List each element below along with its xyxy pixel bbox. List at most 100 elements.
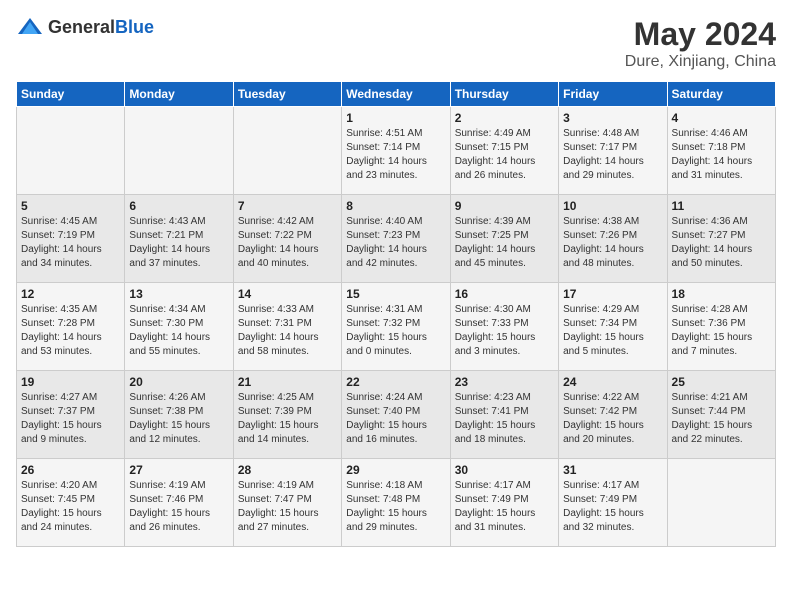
day-number: 2 xyxy=(455,111,554,125)
cell-content: Sunrise: 4:43 AM Sunset: 7:21 PM Dayligh… xyxy=(129,215,228,271)
calendar-cell: 6 Sunrise: 4:43 AM Sunset: 7:21 PM Dayli… xyxy=(125,195,233,283)
cell-content: Sunrise: 4:36 AM Sunset: 7:27 PM Dayligh… xyxy=(672,215,771,271)
sunrise-text: Sunrise: 4:24 AM xyxy=(346,392,422,403)
logo-blue: Blue xyxy=(115,17,154,37)
day-number: 12 xyxy=(21,287,120,301)
calendar-cell: 27 Sunrise: 4:19 AM Sunset: 7:46 PM Dayl… xyxy=(125,459,233,547)
sunset-text: Sunset: 7:21 PM xyxy=(129,230,203,241)
day-number: 15 xyxy=(346,287,445,301)
daylight-text: Daylight: 15 hours and 12 minutes. xyxy=(129,420,210,445)
daylight-text: Daylight: 14 hours and 37 minutes. xyxy=(129,244,210,269)
calendar-cell: 3 Sunrise: 4:48 AM Sunset: 7:17 PM Dayli… xyxy=(559,107,667,195)
day-number: 7 xyxy=(238,199,337,213)
cell-content: Sunrise: 4:48 AM Sunset: 7:17 PM Dayligh… xyxy=(563,127,662,183)
day-number: 25 xyxy=(672,375,771,389)
sunrise-text: Sunrise: 4:48 AM xyxy=(563,128,639,139)
cell-content: Sunrise: 4:25 AM Sunset: 7:39 PM Dayligh… xyxy=(238,391,337,447)
logo-icon xyxy=(16,16,44,38)
cell-content: Sunrise: 4:19 AM Sunset: 7:47 PM Dayligh… xyxy=(238,479,337,535)
calendar-week-row: 12 Sunrise: 4:35 AM Sunset: 7:28 PM Dayl… xyxy=(17,283,776,371)
daylight-text: Daylight: 15 hours and 32 minutes. xyxy=(563,508,644,533)
day-number: 27 xyxy=(129,463,228,477)
sunrise-text: Sunrise: 4:17 AM xyxy=(563,480,639,491)
weekday-header-cell: Tuesday xyxy=(233,82,341,107)
cell-content: Sunrise: 4:20 AM Sunset: 7:45 PM Dayligh… xyxy=(21,479,120,535)
daylight-text: Daylight: 14 hours and 26 minutes. xyxy=(455,156,536,181)
day-number: 30 xyxy=(455,463,554,477)
sunrise-text: Sunrise: 4:42 AM xyxy=(238,216,314,227)
calendar-cell: 26 Sunrise: 4:20 AM Sunset: 7:45 PM Dayl… xyxy=(17,459,125,547)
calendar-table: SundayMondayTuesdayWednesdayThursdayFrid… xyxy=(16,81,776,547)
calendar-cell: 18 Sunrise: 4:28 AM Sunset: 7:36 PM Dayl… xyxy=(667,283,775,371)
sunrise-text: Sunrise: 4:45 AM xyxy=(21,216,97,227)
sunrise-text: Sunrise: 4:20 AM xyxy=(21,480,97,491)
daylight-text: Daylight: 15 hours and 27 minutes. xyxy=(238,508,319,533)
sunrise-text: Sunrise: 4:46 AM xyxy=(672,128,748,139)
daylight-text: Daylight: 14 hours and 34 minutes. xyxy=(21,244,102,269)
calendar-cell: 17 Sunrise: 4:29 AM Sunset: 7:34 PM Dayl… xyxy=(559,283,667,371)
weekday-header-cell: Thursday xyxy=(450,82,558,107)
daylight-text: Daylight: 15 hours and 14 minutes. xyxy=(238,420,319,445)
sunrise-text: Sunrise: 4:31 AM xyxy=(346,304,422,315)
sunset-text: Sunset: 7:22 PM xyxy=(238,230,312,241)
sunset-text: Sunset: 7:32 PM xyxy=(346,318,420,329)
day-number: 17 xyxy=(563,287,662,301)
calendar-cell: 5 Sunrise: 4:45 AM Sunset: 7:19 PM Dayli… xyxy=(17,195,125,283)
cell-content: Sunrise: 4:19 AM Sunset: 7:46 PM Dayligh… xyxy=(129,479,228,535)
daylight-text: Daylight: 15 hours and 18 minutes. xyxy=(455,420,536,445)
daylight-text: Daylight: 14 hours and 29 minutes. xyxy=(563,156,644,181)
calendar-cell: 7 Sunrise: 4:42 AM Sunset: 7:22 PM Dayli… xyxy=(233,195,341,283)
sunrise-text: Sunrise: 4:17 AM xyxy=(455,480,531,491)
daylight-text: Daylight: 15 hours and 5 minutes. xyxy=(563,332,644,357)
cell-content: Sunrise: 4:29 AM Sunset: 7:34 PM Dayligh… xyxy=(563,303,662,359)
weekday-header-cell: Wednesday xyxy=(342,82,450,107)
sunset-text: Sunset: 7:46 PM xyxy=(129,494,203,505)
calendar-cell: 16 Sunrise: 4:30 AM Sunset: 7:33 PM Dayl… xyxy=(450,283,558,371)
sunset-text: Sunset: 7:38 PM xyxy=(129,406,203,417)
daylight-text: Daylight: 15 hours and 22 minutes. xyxy=(672,420,753,445)
sunset-text: Sunset: 7:28 PM xyxy=(21,318,95,329)
weekday-header-cell: Monday xyxy=(125,82,233,107)
day-number: 22 xyxy=(346,375,445,389)
day-number: 10 xyxy=(563,199,662,213)
sunset-text: Sunset: 7:31 PM xyxy=(238,318,312,329)
sunset-text: Sunset: 7:18 PM xyxy=(672,142,746,153)
calendar-cell: 29 Sunrise: 4:18 AM Sunset: 7:48 PM Dayl… xyxy=(342,459,450,547)
sunset-text: Sunset: 7:42 PM xyxy=(563,406,637,417)
cell-content: Sunrise: 4:38 AM Sunset: 7:26 PM Dayligh… xyxy=(563,215,662,271)
cell-content: Sunrise: 4:24 AM Sunset: 7:40 PM Dayligh… xyxy=(346,391,445,447)
calendar-week-row: 1 Sunrise: 4:51 AM Sunset: 7:14 PM Dayli… xyxy=(17,107,776,195)
calendar-cell xyxy=(125,107,233,195)
cell-content: Sunrise: 4:42 AM Sunset: 7:22 PM Dayligh… xyxy=(238,215,337,271)
sunset-text: Sunset: 7:14 PM xyxy=(346,142,420,153)
cell-content: Sunrise: 4:49 AM Sunset: 7:15 PM Dayligh… xyxy=(455,127,554,183)
sunset-text: Sunset: 7:26 PM xyxy=(563,230,637,241)
sunrise-text: Sunrise: 4:19 AM xyxy=(129,480,205,491)
calendar-cell: 8 Sunrise: 4:40 AM Sunset: 7:23 PM Dayli… xyxy=(342,195,450,283)
day-number: 20 xyxy=(129,375,228,389)
daylight-text: Daylight: 14 hours and 48 minutes. xyxy=(563,244,644,269)
calendar-cell: 4 Sunrise: 4:46 AM Sunset: 7:18 PM Dayli… xyxy=(667,107,775,195)
title-area: May 2024 Dure, Xinjiang, China xyxy=(625,16,776,71)
day-number: 14 xyxy=(238,287,337,301)
calendar-cell: 24 Sunrise: 4:22 AM Sunset: 7:42 PM Dayl… xyxy=(559,371,667,459)
weekday-header-row: SundayMondayTuesdayWednesdayThursdayFrid… xyxy=(17,82,776,107)
calendar-cell: 15 Sunrise: 4:31 AM Sunset: 7:32 PM Dayl… xyxy=(342,283,450,371)
month-year: May 2024 xyxy=(625,16,776,53)
cell-content: Sunrise: 4:30 AM Sunset: 7:33 PM Dayligh… xyxy=(455,303,554,359)
sunset-text: Sunset: 7:49 PM xyxy=(563,494,637,505)
calendar-week-row: 26 Sunrise: 4:20 AM Sunset: 7:45 PM Dayl… xyxy=(17,459,776,547)
logo: GeneralBlue xyxy=(16,16,154,38)
daylight-text: Daylight: 15 hours and 16 minutes. xyxy=(346,420,427,445)
day-number: 26 xyxy=(21,463,120,477)
sunset-text: Sunset: 7:15 PM xyxy=(455,142,529,153)
calendar-cell: 2 Sunrise: 4:49 AM Sunset: 7:15 PM Dayli… xyxy=(450,107,558,195)
sunset-text: Sunset: 7:39 PM xyxy=(238,406,312,417)
sunrise-text: Sunrise: 4:26 AM xyxy=(129,392,205,403)
sunset-text: Sunset: 7:17 PM xyxy=(563,142,637,153)
calendar-body: 1 Sunrise: 4:51 AM Sunset: 7:14 PM Dayli… xyxy=(17,107,776,547)
header: GeneralBlue May 2024 Dure, Xinjiang, Chi… xyxy=(16,16,776,71)
day-number: 28 xyxy=(238,463,337,477)
sunset-text: Sunset: 7:33 PM xyxy=(455,318,529,329)
sunset-text: Sunset: 7:19 PM xyxy=(21,230,95,241)
